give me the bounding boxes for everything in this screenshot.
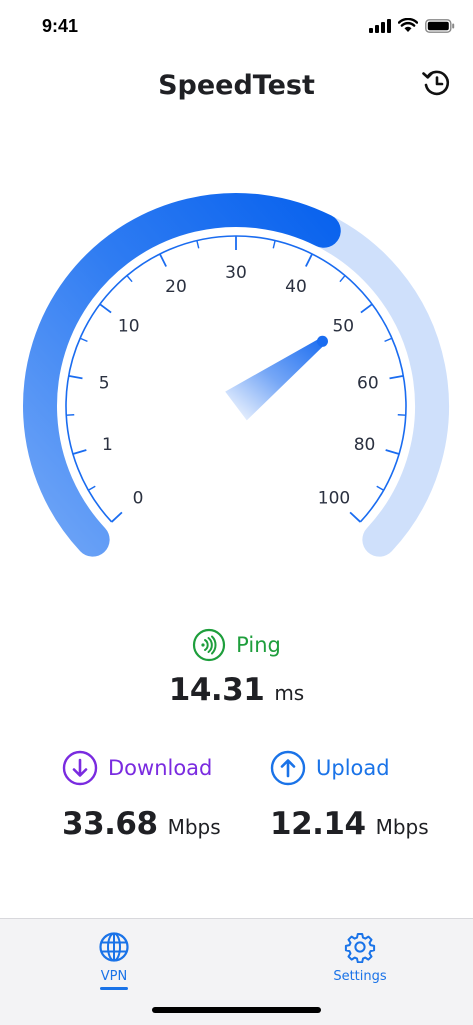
gauge-major-tick: [386, 450, 399, 454]
gauge-scale-label: 50: [332, 317, 354, 337]
gauge-scale-label: 1: [102, 435, 113, 455]
ping-header: Ping: [0, 628, 473, 662]
status-time: 9:41: [42, 16, 78, 37]
download-label: Download: [108, 756, 212, 780]
gauge-minor-tick: [80, 338, 87, 341]
tab-vpn-label: VPN: [54, 969, 174, 984]
upload-label: Upload: [316, 756, 390, 780]
gauge-minor-tick: [127, 276, 132, 282]
gauge-major-tick: [390, 376, 404, 378]
home-indicator: [152, 1007, 321, 1013]
cellular-signal-icon: [369, 19, 391, 33]
download-metric: Download 33.68 Mbps: [62, 750, 221, 842]
upload-unit: Mbps: [376, 815, 429, 839]
ping-result: 14.31 ms: [0, 672, 473, 708]
download-value: 33.68: [62, 806, 158, 842]
gauge-minor-tick: [88, 486, 95, 490]
history-icon: [419, 66, 453, 100]
upload-metric: Upload 12.14 Mbps: [270, 750, 429, 842]
gauge-minor-tick: [340, 276, 345, 282]
page-title: SpeedTest: [0, 70, 473, 101]
gauge-major-tick: [350, 512, 360, 522]
ping-unit: ms: [274, 681, 304, 705]
gauge-scale-label: 0: [133, 488, 144, 508]
tab-settings[interactable]: Settings: [300, 931, 420, 984]
gauge-major-tick: [69, 376, 83, 378]
globe-icon: [98, 931, 130, 963]
gauge-major-tick: [73, 450, 86, 454]
gauge-major-tick: [100, 304, 111, 312]
tab-vpn[interactable]: VPN: [54, 931, 174, 990]
gauge-scale-label: 5: [99, 373, 110, 393]
gear-icon: [344, 931, 376, 963]
gauge-scale-label: 20: [165, 277, 187, 297]
download-unit: Mbps: [168, 815, 221, 839]
tab-settings-label: Settings: [300, 969, 420, 984]
gauge-minor-tick: [385, 338, 392, 341]
gauge-scale-label: 80: [354, 435, 376, 455]
wifi-icon: [398, 18, 418, 33]
gauge-scale-label: 60: [357, 373, 379, 393]
ping-label: Ping: [236, 633, 281, 657]
ping-value: 14.31: [169, 672, 265, 708]
gauge-scale-label: 30: [225, 263, 247, 283]
speed-gauge: 0 1 5 10 20 30 40 50 60 80 100: [0, 180, 473, 580]
gauge-scale-label: 10: [118, 317, 140, 337]
gauge-major-tick: [361, 304, 372, 312]
gauge-minor-tick: [197, 241, 199, 249]
battery-icon: [425, 19, 455, 33]
status-icons: [369, 18, 455, 33]
gauge-scale-label: 100: [318, 488, 350, 508]
gauge-svg: 0 1 5 10 20 30 40 50 60 80 100: [0, 180, 473, 580]
gauge-major-tick: [112, 512, 122, 522]
header: SpeedTest: [0, 62, 473, 112]
download-arrow-icon: [62, 750, 98, 786]
active-tab-indicator: [100, 987, 128, 990]
gauge-minor-tick: [273, 241, 275, 249]
gauge-major-tick: [160, 254, 166, 267]
gauge-needle: [225, 338, 325, 420]
status-bar: 9:41: [0, 0, 473, 56]
gauge-scale-label: 40: [285, 277, 307, 297]
gauge-major-tick: [306, 254, 312, 267]
ping-signal-icon: [192, 628, 226, 662]
history-button[interactable]: [419, 66, 453, 100]
gauge-minor-tick: [377, 486, 384, 490]
upload-arrow-icon: [270, 750, 306, 786]
upload-value: 12.14: [270, 806, 366, 842]
gauge-needle-tip: [317, 336, 328, 347]
